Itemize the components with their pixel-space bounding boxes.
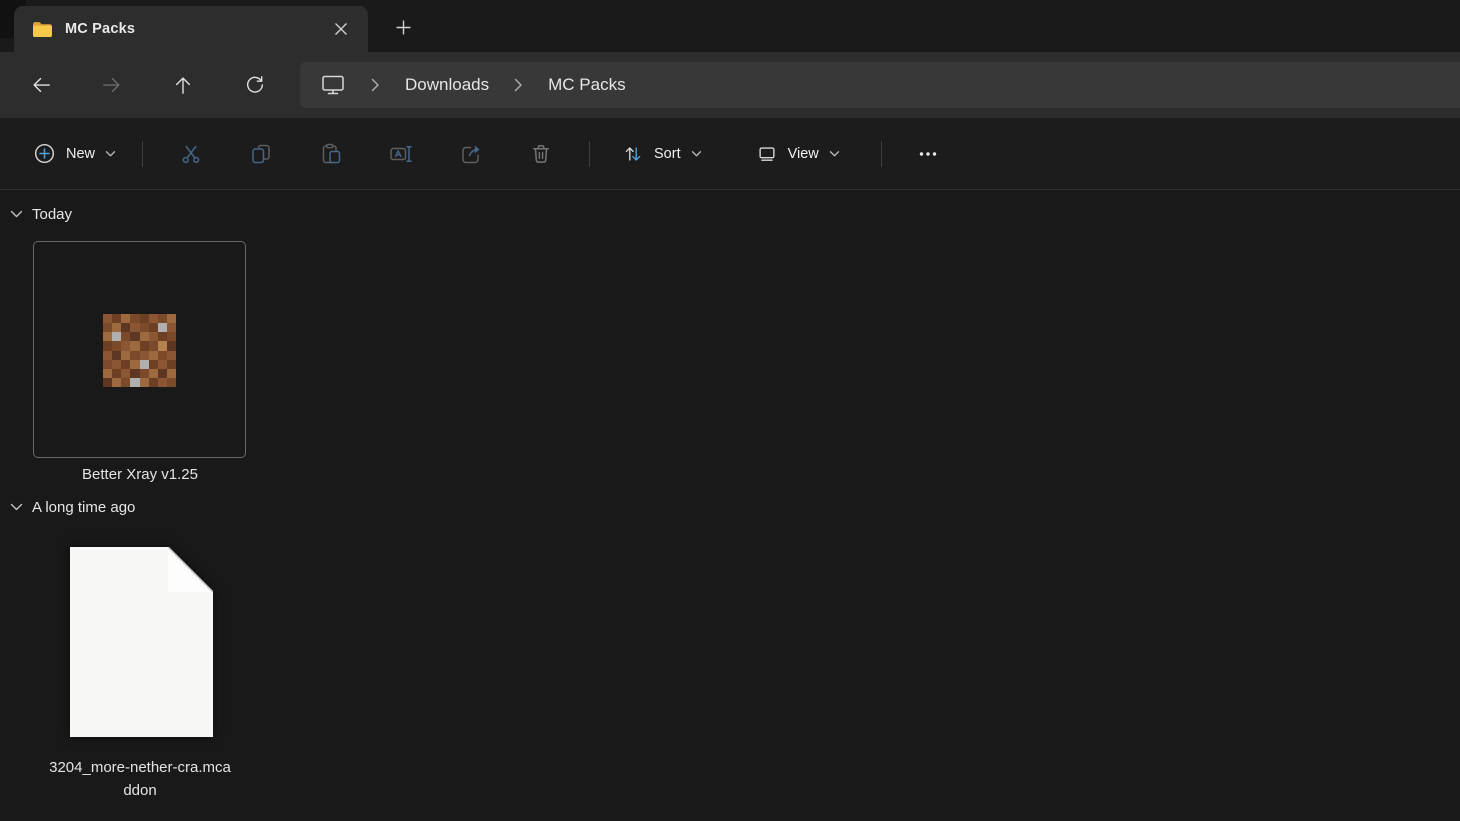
copy-button[interactable] <box>238 132 284 176</box>
minecraft-dirt-thumbnail <box>103 314 176 387</box>
back-button[interactable] <box>22 67 60 103</box>
view-button[interactable]: View <box>743 132 853 176</box>
toolbar-divider <box>142 140 144 167</box>
toolbar-divider <box>880 140 882 167</box>
rename-button[interactable] <box>378 132 424 176</box>
group-label: A long time ago <box>32 499 136 516</box>
chevron-down-icon <box>105 150 116 156</box>
close-icon <box>335 23 347 35</box>
tab-bar: MC Packs <box>0 0 1460 52</box>
toolbar-divider <box>589 140 591 167</box>
group-header-a-long-time-ago: A long time ago <box>10 499 135 516</box>
monitor-icon <box>322 75 344 95</box>
group-header-today: Today <box>10 206 72 223</box>
file-name-label: 3204_more-nether-cra.mcaddon <box>49 759 231 799</box>
new-tab-button[interactable] <box>386 13 420 41</box>
blank-document-icon <box>70 547 213 737</box>
file-item-mcaddon[interactable] <box>70 547 213 737</box>
sort-button[interactable]: Sort <box>609 132 715 176</box>
file-name-label: Better Xray v1.25 <box>82 466 198 483</box>
arrow-left-icon <box>33 77 50 93</box>
forward-button[interactable] <box>93 67 131 103</box>
tab-close-button[interactable] <box>326 14 356 44</box>
file-item-better-xray[interactable] <box>33 241 246 458</box>
new-button-label: New <box>66 145 96 162</box>
folder-icon <box>32 21 53 38</box>
tab-title: MC Packs <box>65 21 136 37</box>
cut-button[interactable] <box>168 132 214 176</box>
refresh-icon <box>247 76 264 93</box>
delete-button[interactable] <box>518 132 564 176</box>
breadcrumb-segment-mc-packs[interactable]: MC Packs <box>548 75 625 95</box>
ellipsis-icon <box>919 151 936 156</box>
breadcrumb-chevron[interactable] <box>371 78 380 92</box>
address-bar[interactable]: Downloads MC Packs <box>300 62 1460 108</box>
arrow-right-icon <box>103 77 120 93</box>
paste-icon <box>322 143 341 163</box>
chevron-right-icon <box>514 78 522 92</box>
this-pc-crumb[interactable] <box>320 73 346 97</box>
chevron-down-icon <box>691 150 701 156</box>
plus-icon <box>396 20 410 34</box>
trash-icon <box>533 144 549 163</box>
view-button-label: View <box>787 145 819 162</box>
paste-button[interactable] <box>308 132 354 176</box>
breadcrumb-segment-downloads[interactable]: Downloads <box>405 75 489 95</box>
file-list-area: Today Better Xray v1.25 A long time ago … <box>0 191 1460 821</box>
scissors-icon <box>182 145 200 163</box>
share-button[interactable] <box>448 132 494 176</box>
sort-button-label: Sort <box>654 145 681 162</box>
new-button[interactable]: New <box>20 132 129 176</box>
group-label: Today <box>32 206 73 223</box>
breadcrumb-chevron[interactable] <box>514 78 523 92</box>
refresh-button[interactable] <box>236 67 274 103</box>
rename-icon <box>390 145 412 162</box>
copy-icon <box>252 144 270 163</box>
command-toolbar: New Sort View <box>0 118 1460 190</box>
arrow-up-icon <box>175 77 191 94</box>
chevron-down-icon <box>829 150 839 156</box>
plus-circle-icon <box>34 143 55 164</box>
up-button[interactable] <box>164 67 202 103</box>
explorer-tab-mc-packs[interactable]: MC Packs <box>14 6 368 52</box>
chevron-right-icon <box>371 78 379 92</box>
view-icon <box>759 146 775 161</box>
share-icon <box>462 145 480 163</box>
more-options-button[interactable] <box>905 132 951 176</box>
navigation-bar: Downloads MC Packs <box>0 52 1460 118</box>
chevron-down-icon[interactable] <box>10 210 23 219</box>
chevron-down-icon[interactable] <box>10 503 23 512</box>
sort-icon <box>625 146 641 161</box>
